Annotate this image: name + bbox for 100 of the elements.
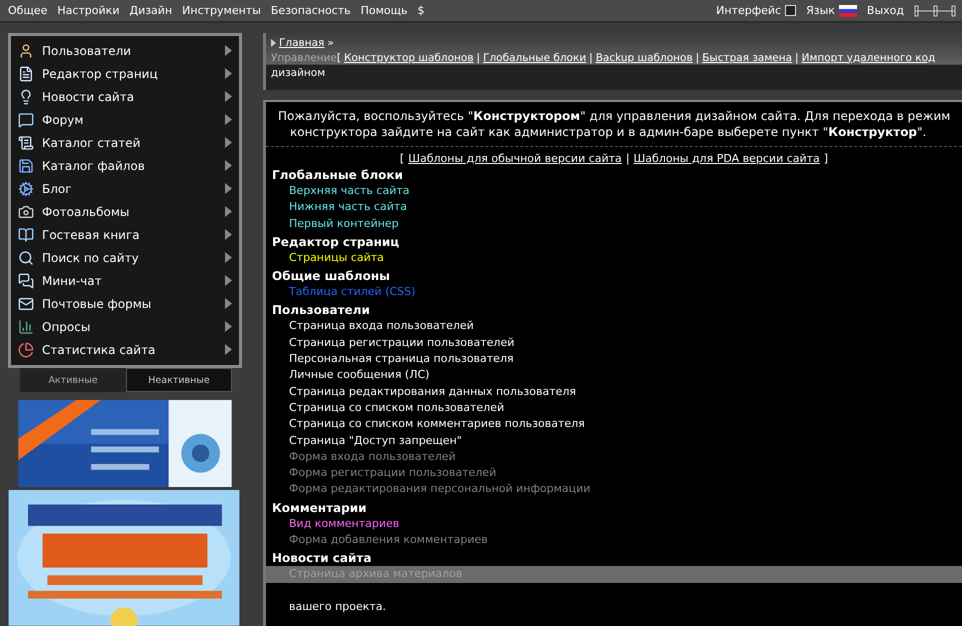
sidebar-item[interactable]: Форум	[11, 108, 239, 131]
link-row[interactable]: Форма добавления комментариев	[266, 532, 962, 548]
chat-bubbles-icon	[18, 272, 34, 288]
link-row[interactable]: Страница со списком пользователей	[266, 400, 962, 416]
arrow-right-icon	[271, 38, 276, 46]
chevron-right-icon	[225, 45, 232, 56]
chevron-right-icon	[225, 183, 232, 194]
tab[interactable]: Активные	[20, 368, 126, 392]
link-row[interactable]: Форма входа пользователей	[266, 448, 962, 466]
bar-chart-icon	[18, 318, 34, 334]
template-link[interactable]: Шаблоны для PDA версии сайта	[634, 152, 820, 165]
pie-chart-icon	[18, 342, 34, 358]
sidebar-item[interactable]: Каталог статей	[11, 131, 239, 154]
template-link[interactable]: Нижняя часть сайта	[289, 200, 408, 214]
top-menu-item[interactable]: Общее	[8, 4, 48, 17]
template-link[interactable]: Шаблоны для обычной версии сайта	[408, 152, 622, 165]
sidebar-item[interactable]: Фотоальбомы	[11, 200, 239, 223]
link-row[interactable]: Таблица стилей (CSS)	[266, 284, 962, 300]
sidebar-item[interactable]: Гостевая книга	[11, 223, 239, 246]
template-link[interactable]: Персональная страница пользователя	[289, 352, 514, 366]
page-icon	[18, 66, 34, 82]
link-separator: |	[696, 52, 700, 64]
chevron-right-icon	[225, 252, 232, 263]
design-nav-link[interactable]: Конструктор шаблонов	[344, 52, 474, 64]
section-label: Управление	[271, 52, 337, 64]
template-link[interactable]: Верхняя часть сайта	[289, 184, 410, 197]
link-row[interactable]: Нижняя часть сайта	[266, 199, 962, 216]
link-row[interactable]: Страница "Доступ запрещен"	[266, 432, 962, 449]
search-icon	[18, 250, 34, 266]
template-link[interactable]: Форма регистрации пользователей	[289, 466, 496, 480]
link-row[interactable]: Страница входа пользователей	[266, 318, 962, 335]
speech-bubble-icon	[18, 112, 34, 128]
top-menu-item[interactable]: $	[417, 4, 424, 17]
sidebar-item[interactable]: Блог	[11, 177, 239, 200]
section-heading: Редактор страниц	[271, 234, 400, 250]
template-link[interactable]: Вид комментариев	[289, 516, 400, 530]
link-row[interactable]: Персональная страница пользователя	[266, 351, 962, 368]
sidebar-item[interactable]: Поиск по сайту	[11, 246, 239, 269]
template-link[interactable]: Первый контейнер	[289, 216, 399, 230]
template-link[interactable]: Страница редактирования данных пользователя	[289, 384, 576, 398]
template-link[interactable]: Таблица стилей (CSS)	[289, 285, 416, 298]
section-heading: Новости сайта	[271, 551, 372, 566]
sidebar-item[interactable]: Мини-чат	[11, 269, 239, 292]
top-menu-item[interactable]: Помощь	[360, 4, 408, 17]
sidebar-item[interactable]: Статистика сайта	[11, 338, 239, 361]
russian-flag-icon[interactable]	[838, 4, 857, 16]
link-row[interactable]: Страницы сайта	[266, 250, 962, 266]
envelope-icon	[18, 296, 34, 312]
design-nav-link[interactable]: Глобальные блоки	[483, 52, 586, 64]
link-separator: |	[476, 52, 480, 64]
sidebar-item[interactable]: Каталог файлов	[11, 154, 239, 177]
template-link[interactable]: Страница "Доступ запрещен"	[289, 434, 462, 447]
section-heading: Общие шаблоны	[271, 269, 391, 284]
chevron-right-icon	[225, 68, 232, 79]
intro-text: конструктора зайдите на сайт как администратор и в админ-баре выберете пункт "Конструктор".	[289, 124, 928, 140]
tab[interactable]: Неактивные	[126, 368, 232, 392]
template-link[interactable]: Страница со списком комментариев пользователя	[289, 417, 585, 430]
chevron-right-icon	[225, 344, 232, 355]
link-row[interactable]: Страница редактирования данных пользователя	[266, 384, 962, 400]
chevron-right-icon	[225, 137, 232, 148]
bracket-text: ]	[824, 152, 828, 165]
template-link[interactable]: Личные сообщения (ЛС)	[289, 368, 430, 382]
sidebar-item[interactable]: Пользователи	[11, 39, 239, 62]
chevron-right-icon	[225, 298, 232, 309]
logout-link[interactable]: Выход	[866, 4, 904, 17]
chevron-right-icon	[225, 160, 232, 171]
link-row[interactable]: Страница со списком комментариев пользователя	[266, 416, 962, 433]
top-menu-item[interactable]: Инструменты	[182, 4, 261, 17]
link-row[interactable]: Вид комментариев	[266, 516, 962, 532]
top-menu-item[interactable]: Настройки	[57, 4, 120, 17]
footer-text: вашего проекта.	[289, 600, 386, 613]
link-row[interactable]: Форма редактирования персональной информации	[266, 481, 962, 498]
template-link[interactable]: Форма редактирования персональной информации	[289, 482, 590, 496]
link-row[interactable]: Форма регистрации пользователей	[266, 465, 962, 482]
design-nav-link[interactable]: Импорт удаленного код	[802, 52, 936, 64]
link-row[interactable]: Страница регистрации пользователей	[266, 334, 962, 352]
template-link[interactable]: Форма добавления комментариев	[289, 533, 488, 546]
design-nav-link[interactable]: Быстрая замена	[702, 52, 792, 64]
home-link[interactable]: Главная	[279, 36, 324, 48]
sidebar-item[interactable]: Редактор страниц	[11, 62, 239, 85]
template-link[interactable]: Страница со списком пользователей	[289, 400, 504, 414]
link-row[interactable]: Верхняя часть сайта	[266, 183, 962, 200]
sidebar-item[interactable]: Новости сайта	[11, 85, 239, 108]
template-link[interactable]: Форма входа пользователей	[289, 450, 456, 463]
user-icon	[18, 42, 34, 58]
breadcrumb-separator: »	[327, 36, 334, 48]
top-menu-item[interactable]: Дизайн	[129, 4, 172, 17]
template-link[interactable]: Страницы сайта	[289, 250, 384, 264]
top-menu-item[interactable]: Безопасность	[270, 4, 351, 17]
template-link[interactable]: Страница регистрации пользователей	[289, 336, 514, 349]
template-link[interactable]: Страница входа пользователей	[289, 319, 474, 332]
interface-checkbox[interactable]	[785, 5, 796, 16]
slider-icon[interactable]	[914, 4, 956, 18]
link-row[interactable]: Личные сообщения (ЛС)	[266, 367, 962, 384]
book-icon	[18, 226, 34, 242]
sidebar-item[interactable]: Почтовые формы	[11, 292, 239, 315]
design-nav-link[interactable]: Backup шаблонов	[596, 52, 693, 64]
link-row[interactable]: Первый контейнер	[266, 216, 962, 232]
sidebar-item[interactable]: Опросы	[11, 315, 239, 338]
chevron-right-icon	[225, 91, 232, 102]
